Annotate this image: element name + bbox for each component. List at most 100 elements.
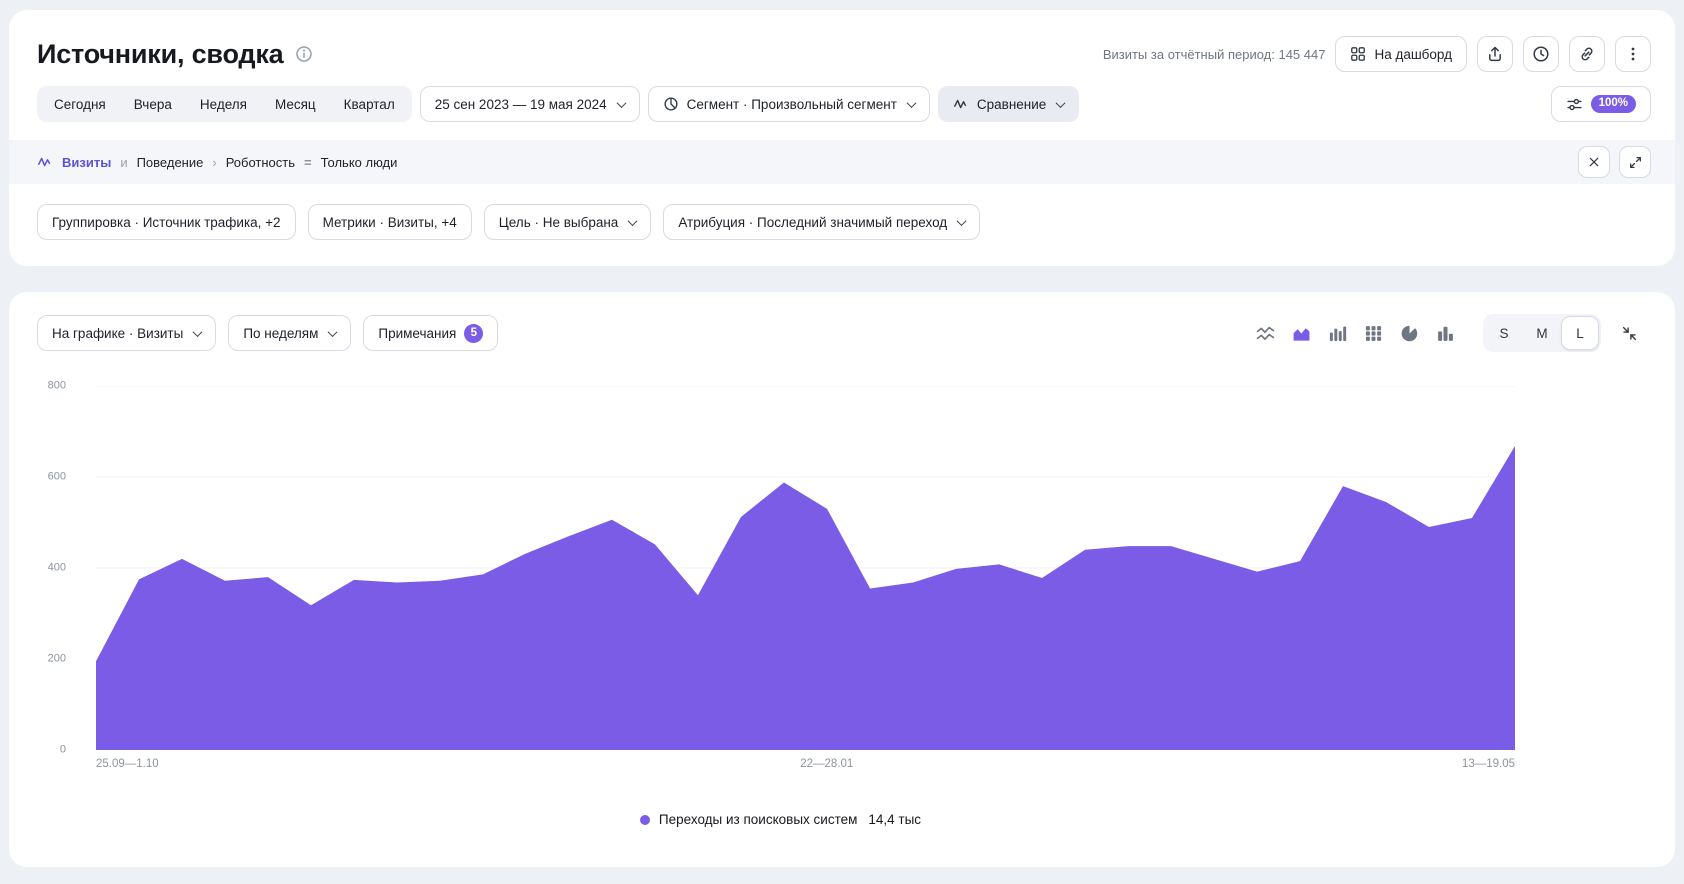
y-tick-label: 400 xyxy=(48,563,66,574)
size-s-button[interactable]: S xyxy=(1485,316,1523,350)
y-tick-label: 800 xyxy=(48,381,66,392)
visits-summary: Визиты за отчётный период: 145 447 xyxy=(1103,47,1326,62)
collapse-chart-button[interactable] xyxy=(1613,317,1645,349)
grouping-chip[interactable]: Группировка · Источник трафика, +2 xyxy=(37,204,296,240)
tab-yesterday[interactable]: Вчера xyxy=(120,89,186,119)
copy-link-button[interactable] xyxy=(1569,36,1605,72)
on-chart-label: На графике · Визиты xyxy=(52,326,183,341)
sliders-icon xyxy=(1566,96,1583,113)
granularity-select[interactable]: По неделям xyxy=(228,315,351,351)
filter-row: Сегодня Вчера Неделя Месяц Квартал 25 се… xyxy=(9,76,1675,122)
area-chart-icon xyxy=(1292,324,1311,343)
columns-chart-icon xyxy=(1436,324,1455,343)
chart-type-pie-button[interactable] xyxy=(1393,317,1425,349)
metrics-chip[interactable]: Метрики · Визиты, +4 xyxy=(308,204,472,240)
segment-conjunction: и xyxy=(120,155,127,170)
segment-value: Сегмент · Произвольный сегмент xyxy=(687,97,897,112)
legend-series-total: 14,4 тыс xyxy=(868,812,921,827)
segment-path-separator: › xyxy=(212,155,216,170)
comparison-button[interactable]: Сравнение xyxy=(938,86,1079,122)
y-tick-label: 0 xyxy=(60,745,66,756)
goal-chip[interactable]: Цель · Не выбрана xyxy=(484,204,652,240)
date-range-picker[interactable]: 25 сен 2023 — 19 мая 2024 xyxy=(420,86,640,122)
clock-icon xyxy=(1532,45,1550,63)
histogram-icon xyxy=(1328,324,1347,343)
chart-card: На графике · Визиты По неделям Примечани… xyxy=(9,292,1675,867)
notes-label: Примечания xyxy=(378,326,456,341)
size-l-button[interactable]: L xyxy=(1561,316,1599,350)
header-card: Источники, сводка Визиты за отчётный пер… xyxy=(9,10,1675,266)
comparison-label: Сравнение xyxy=(977,97,1046,112)
segment-condition-bar: Визиты и Поведение › Роботность = Только… xyxy=(9,140,1675,184)
history-button[interactable] xyxy=(1523,36,1559,72)
x-tick-label: 22—28.01 xyxy=(800,758,853,770)
metric-pulse-icon xyxy=(37,154,53,170)
page: Источники, сводка Визиты за отчётный пер… xyxy=(9,10,1675,867)
x-tick-label: 25.09—1.10 xyxy=(96,758,159,770)
legend-series-label[interactable]: Переходы из поисковых систем xyxy=(659,812,857,827)
chart-type-stacked-button[interactable] xyxy=(1357,317,1389,349)
segment-path-item[interactable]: Роботность xyxy=(226,155,295,170)
segment-metric-link[interactable]: Визиты xyxy=(62,155,111,170)
title-row: Источники, сводка Визиты за отчётный пер… xyxy=(9,10,1675,76)
settings-chips-row: Группировка · Источник трафика, +2 Метри… xyxy=(9,184,1675,266)
segment-value-text[interactable]: Только люди xyxy=(321,155,398,170)
on-chart-select[interactable]: На графике · Визиты xyxy=(37,315,216,351)
chart-type-lines-button[interactable] xyxy=(1249,317,1281,349)
size-m-button[interactable]: M xyxy=(1523,316,1561,350)
chart-type-columns-button[interactable] xyxy=(1429,317,1461,349)
chevron-down-icon xyxy=(628,216,638,226)
x-axis: 25.09—1.10 22—28.01 13—19.05 xyxy=(96,758,1515,788)
dashboard-button[interactable]: На дашборд xyxy=(1335,36,1467,72)
pie-icon xyxy=(663,96,679,112)
expand-icon xyxy=(1628,155,1643,170)
y-axis: 0200400600800 xyxy=(46,386,66,750)
notes-button[interactable]: Примечания 5 xyxy=(363,315,498,351)
tab-today[interactable]: Сегодня xyxy=(40,89,120,119)
segment-picker[interactable]: Сегмент · Произвольный сегмент xyxy=(648,86,930,122)
sampling-badge: 100% xyxy=(1591,95,1636,113)
plot-column: 25.09—1.10 22—28.01 13—19.05 xyxy=(96,386,1515,788)
stacked-bars-icon xyxy=(1364,324,1383,343)
attribution-chip[interactable]: Атрибуция · Последний значимый переход xyxy=(663,204,980,240)
clear-segment-button[interactable] xyxy=(1578,146,1610,178)
pulse-icon xyxy=(953,96,969,112)
area-chart[interactable] xyxy=(96,386,1515,750)
link-icon xyxy=(1578,45,1596,63)
grouping-chip-label: Группировка · Источник трафика, +2 xyxy=(52,215,281,230)
segment-path-category[interactable]: Поведение xyxy=(137,155,204,170)
export-button[interactable] xyxy=(1477,36,1513,72)
chevron-down-icon xyxy=(1056,98,1066,108)
chevron-down-icon xyxy=(328,327,338,337)
tab-month[interactable]: Месяц xyxy=(261,89,330,119)
size-switcher: S M L xyxy=(1483,314,1601,352)
attribution-chip-label: Атрибуция · Последний значимый переход xyxy=(678,215,947,230)
chart-controls-row: На графике · Визиты По неделям Примечани… xyxy=(9,314,1675,352)
more-button[interactable] xyxy=(1615,36,1651,72)
dashboard-button-label: На дашборд xyxy=(1374,47,1452,62)
tab-week[interactable]: Неделя xyxy=(186,89,261,119)
chart-area: 0200400600800 25.09—1.10 22—28.01 13—19.… xyxy=(9,386,1675,788)
kebab-icon xyxy=(1624,45,1642,63)
page-title: Источники, сводка xyxy=(37,39,283,70)
collapse-icon xyxy=(1621,325,1638,342)
export-icon xyxy=(1486,45,1504,63)
chevron-down-icon xyxy=(957,216,967,226)
tab-quarter[interactable]: Квартал xyxy=(330,89,409,119)
granularity-label: По неделям xyxy=(243,326,318,341)
chart-type-area-button[interactable] xyxy=(1285,317,1317,349)
period-tabs: Сегодня Вчера Неделя Месяц Квартал xyxy=(37,86,412,122)
segment-operator: = xyxy=(304,155,312,170)
info-icon[interactable] xyxy=(295,45,313,63)
y-tick-label: 200 xyxy=(48,654,66,665)
sampling-button[interactable]: 100% xyxy=(1551,86,1651,122)
line-chart-icon xyxy=(1256,324,1275,343)
x-tick-label: 13—19.05 xyxy=(1462,758,1515,770)
pie-chart-icon xyxy=(1400,324,1419,343)
chevron-down-icon xyxy=(906,98,916,108)
chart-type-histogram-button[interactable] xyxy=(1321,317,1353,349)
y-tick-label: 600 xyxy=(48,472,66,483)
area-chart-svg[interactable] xyxy=(96,386,1515,750)
dashboard-icon xyxy=(1350,46,1366,62)
expand-segment-button[interactable] xyxy=(1619,146,1651,178)
